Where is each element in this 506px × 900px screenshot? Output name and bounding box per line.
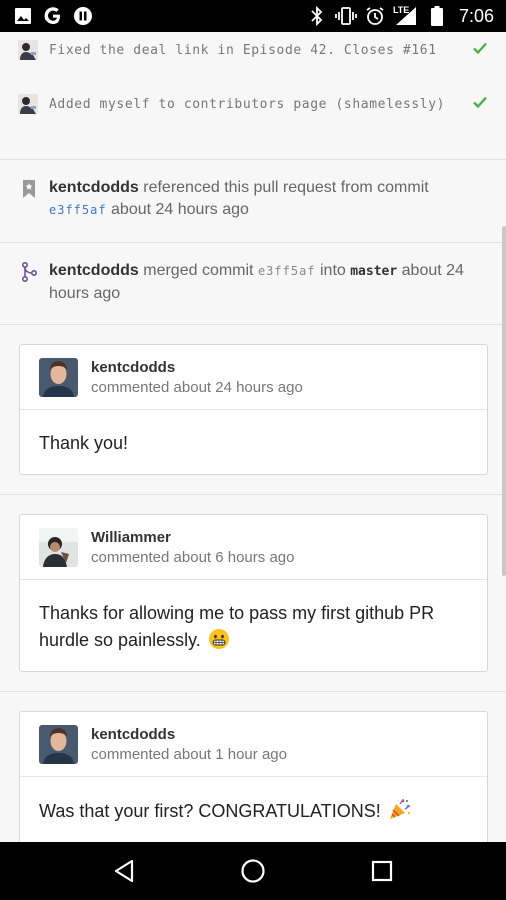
commit-sha-link[interactable]: e3ff5af [49,203,107,217]
merge-icon [19,261,39,283]
bluetooth-icon [306,5,328,27]
merge-event: kentcdodds merged commit e3ff5af into ma… [0,243,506,325]
comment-timestamp: commented about 6 hours ago [91,549,295,566]
comment-header: Williammer commented about 6 hours ago [20,515,487,580]
comment-card: kentcdodds commented about 24 hours ago … [19,344,488,475]
success-check-icon [472,94,488,110]
event-timestamp: about 24 hours ago [111,201,249,218]
home-icon[interactable] [233,851,273,891]
commit-row[interactable]: Fixed the deal link in Episode 42. Close… [0,36,506,90]
alarm-icon [364,5,386,27]
image-icon [12,5,34,27]
event-text: kentcdodds merged commit e3ff5af into ma… [49,260,489,305]
comment-timestamp: commented about 24 hours ago [91,379,303,396]
grinning-emoji-icon [208,628,230,658]
comment-text: Thanks for allowing me to pass my first … [39,603,435,650]
comment-header: kentcdodds commented about 1 hour ago [20,712,487,777]
clock: 7:06 [458,5,494,26]
battery-icon [426,5,448,27]
party-popper-emoji-icon [388,797,412,829]
pull-request-timeline[interactable]: Fixed the deal link in Episode 42. Close… [0,32,506,842]
event-text: kentcdodds referenced this pull request … [49,177,489,221]
commit-message[interactable]: Fixed the deal link in Episode 42. Close… [49,40,449,62]
comment-card: kentcdodds commented about 1 hour ago Wa… [19,711,488,842]
avatar[interactable] [39,528,78,567]
vibrate-icon [335,5,357,27]
comment-container: kentcdodds commented about 1 hour ago Wa… [0,692,506,842]
commit-sha-link[interactable]: e3ff5af [258,264,316,278]
scrollbar[interactable] [502,226,506,576]
reference-event: kentcdodds referenced this pull request … [0,160,506,243]
event-actor[interactable]: kentcdodds [49,179,139,196]
success-check-icon [472,40,488,56]
comment-timestamp: commented about 1 hour ago [91,746,287,763]
comment-container: kentcdodds commented about 24 hours ago … [0,325,506,495]
network-type-label: LTE [392,5,410,15]
comment-header: kentcdodds commented about 24 hours ago [20,345,487,410]
comment-body: Thanks for allowing me to pass my first … [20,580,487,678]
google-icon [42,5,64,27]
branch-name: master [350,264,398,279]
comment-card: Williammer commented about 6 hours ago T… [19,514,488,672]
avatar[interactable] [18,94,38,114]
comment-author[interactable]: Williammer [91,529,171,546]
comment-text: Thank you! [39,433,129,453]
avatar[interactable] [18,40,38,60]
commit-message[interactable]: Added myself to contributors page (shame… [49,94,449,116]
comment-container: Williammer commented about 6 hours ago T… [0,495,506,692]
event-description: referenced this pull request from commit [143,179,429,196]
back-icon[interactable] [104,851,144,891]
comment-author[interactable]: kentcdodds [91,359,175,376]
avatar[interactable] [39,725,78,764]
event-into-label: into [319,262,346,279]
comment-text: Was that your first? CONGRATULATIONS! [39,801,381,821]
event-description: merged commit [143,262,254,279]
comment-body: Thank you! [20,410,487,477]
bookmark-icon [19,178,39,200]
commit-list: Fixed the deal link in Episode 42. Close… [0,32,506,160]
status-bar: LTE 7:06 [0,0,506,32]
signal-icon: LTE [393,5,419,27]
recents-icon[interactable] [362,851,402,891]
commit-row[interactable]: Added myself to contributors page (shame… [0,90,506,144]
avatar[interactable] [39,358,78,397]
navigation-bar [0,842,506,900]
comment-body: Was that your first? CONGRATULATIONS! [20,777,487,842]
pause-icon [72,5,94,27]
event-actor[interactable]: kentcdodds [49,262,139,279]
comment-author[interactable]: kentcdodds [91,726,175,743]
